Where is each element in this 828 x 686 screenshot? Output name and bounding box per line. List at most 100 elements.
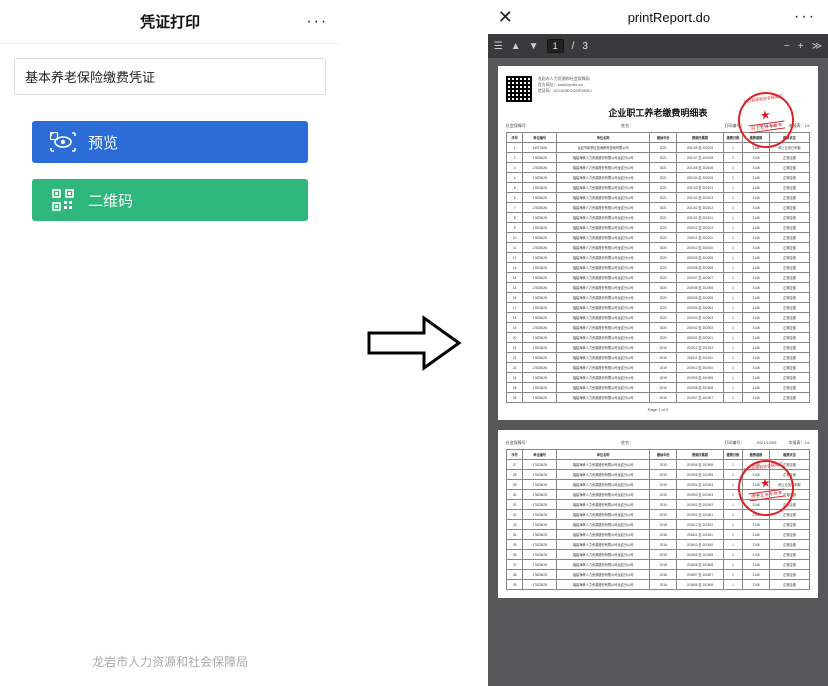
table-row: 3717823628福建海峡人力资源股份有限公司龙岩分公司2018201808 … [506,560,809,570]
table-cell: 正常应缴 [769,163,809,173]
page-up-icon[interactable]: ▲ [511,41,521,52]
pdf-toolbar: ☰ ▲ ▼ 1 / 3 − + ≫ [488,34,828,58]
table-header-cell: 缴纳年份 [650,133,677,143]
table-row: 1817823628福建海峡人力资源股份有限公司龙岩分公司2020202003 … [506,313,809,323]
table-cell: 福建海峡人力资源股份有限公司龙岩分公司 [556,333,650,343]
table-cell: 2148 [743,153,770,163]
table-cell: 2148 [743,373,770,383]
table-cell: 正常应缴 [769,540,809,550]
table-cell: 201905 至 201905 [677,470,724,480]
table-cell: 2021 [650,153,677,163]
more-menu-button[interactable]: ··· [306,13,328,31]
tools-expand-icon[interactable]: ≫ [812,41,822,52]
table-cell: 17823628 [523,253,556,263]
table-cell: 1 [723,520,742,530]
table-cell: 27 [506,460,523,470]
table-header-cell: 单位编号 [523,133,556,143]
close-button[interactable]: ✕ [498,7,520,28]
table-row: 2217823628福建海峡人力资源股份有限公司龙岩分公司2019201911 … [506,353,809,363]
table-cell: 2020 [650,263,677,273]
table-cell: 17823628 [523,500,556,510]
pdf-viewer[interactable]: 龙岩市人力资源和社会保障局 官方网址：www.lyrsks.cn 验证码：AC0… [488,58,828,686]
table-cell: 201811 至 201811 [677,530,724,540]
table-cell: 17823628 [523,183,556,193]
stamp-bottom-text: 网上业务专用章 [749,121,785,134]
qrcode-icon [50,189,76,211]
meta-date-2: 2021/12/06 [756,440,776,446]
table-cell: 201904 至 201904 [677,480,724,490]
table-cell: 25 [506,383,523,393]
table-cell: 202002 至 202002 [677,323,724,333]
table-cell: 福建海峡人力资源股份有限公司龙岩分公司 [556,560,650,570]
table-cell: 17823628 [523,383,556,393]
table-cell: 1 [723,580,742,590]
table-cell: 2020 [650,273,677,283]
table-cell: 201911 至 201911 [677,353,724,363]
star-icon: ★ [759,108,771,121]
page-down-icon[interactable]: ▼ [529,41,539,52]
table-cell: 201806 至 201806 [677,580,724,590]
table-cell: 1 [723,183,742,193]
table-cell: 1 [723,393,742,403]
table-row: 1317823628福建海峡人力资源股份有限公司龙岩分公司2020202008 … [506,263,809,273]
table-cell: 202109 至 202109 [677,143,724,153]
table-cell: 17823628 [523,213,556,223]
table-cell: 1 [723,273,742,283]
table-cell: 福建海峡人力资源股份有限公司龙岩分公司 [556,460,650,470]
table-cell: 23 [506,363,523,373]
zoom-out-icon[interactable]: − [784,41,790,52]
preview-button[interactable]: 预览 [32,121,308,163]
table-cell: 正常应缴 [769,333,809,343]
qrcode-button[interactable]: 二维码 [32,179,308,221]
table-cell: 9 [506,223,523,233]
page-footer-1: Page 1 of 3 [506,407,810,412]
table-cell: 2019 [650,510,677,520]
table-cell: 福建海峡人力资源股份有限公司龙岩分公司 [556,343,650,353]
table-cell: 正常应缴 [769,233,809,243]
table-cell: 32 [506,510,523,520]
table-cell: 1 [723,500,742,510]
table-row: 2117823628福建海峡人力资源股份有限公司龙岩分公司2019201912 … [506,343,809,353]
table-cell: 1 [723,540,742,550]
table-cell: 202003 至 202003 [677,313,724,323]
table-cell: 202001 至 202001 [677,333,724,343]
table-cell: 福建海峡人力资源股份有限公司龙岩分公司 [556,490,650,500]
preview-button-label: 预览 [88,132,118,153]
table-cell: 1 [723,333,742,343]
document-qrcode [506,76,532,102]
table-row: 3617823628福建海峡人力资源股份有限公司龙岩分公司2018201809 … [506,550,809,560]
table-header-cell: 缴费月数 [723,450,742,460]
table-cell: 2021 [650,213,677,223]
zoom-in-icon[interactable]: + [798,41,804,52]
table-cell: 福建海峡人力资源股份有限公司龙岩分公司 [556,550,650,560]
table-cell: 17823628 [523,193,556,203]
table-cell: 1 [723,550,742,560]
table-cell: 福建海峡人力资源股份有限公司龙岩分公司 [556,480,650,490]
table-cell: 2020 [650,243,677,253]
table-cell: 17823628 [523,580,556,590]
table-cell: 福建海峡人力资源股份有限公司龙岩分公司 [556,193,650,203]
table-cell: 2 [723,153,742,163]
table-cell: 2018 [650,570,677,580]
insurance-type-select[interactable]: 基本养老保险缴费凭证 [14,58,326,95]
page-current-input[interactable]: 1 [547,39,564,53]
table-cell: 2020 [650,223,677,233]
table-cell: 24 [506,373,523,383]
table-cell: 26 [506,393,523,403]
meta-printno-2: 打印编号： [724,440,744,446]
table-cell: 福建海峡人力资源股份有限公司龙岩分公司 [556,293,650,303]
page-title-left: 凭证打印 [140,11,200,32]
table-cell: 2018 [650,540,677,550]
table-cell: 202107 至 202108 [677,153,724,163]
table-row: 717823628福建海峡人力资源股份有限公司龙岩分公司2021202102 至… [506,203,809,213]
table-cell: 2018 [650,560,677,570]
table-cell: 201901 至 201901 [677,510,724,520]
table-cell: 201902 至 201902 [677,500,724,510]
table-cell: 正常应缴 [769,560,809,570]
sidebar-toggle-icon[interactable]: ☰ [494,41,503,52]
table-cell: 1 [723,510,742,520]
table-row: 317823628福建海峡人力资源股份有限公司龙岩分公司2021202106 至… [506,163,809,173]
more-menu-button-right[interactable]: ··· [794,8,816,26]
table-cell: 2148 [743,213,770,223]
table-cell: 18 [506,313,523,323]
